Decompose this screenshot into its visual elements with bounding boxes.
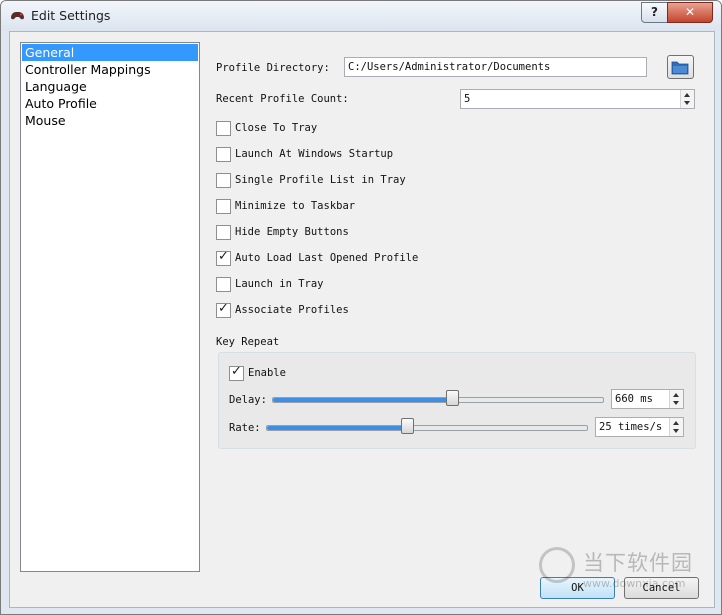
page-item-language[interactable]: Language: [22, 78, 198, 95]
spin-buttons[interactable]: [669, 418, 683, 436]
checkbox[interactable]: [216, 199, 231, 214]
key-repeat-group: ✓ Enable Delay: 660 ms Rate: 25 times/s: [218, 352, 696, 449]
close-button[interactable]: ✕: [667, 2, 713, 23]
help-button[interactable]: ?: [641, 2, 668, 23]
checkbox[interactable]: ✓: [216, 301, 231, 318]
page-item-controller-mappings[interactable]: Controller Mappings: [22, 61, 198, 78]
delay-slider-fill: [273, 398, 453, 402]
checkbox[interactable]: ✓: [216, 249, 231, 266]
folder-icon: [671, 61, 689, 75]
checkbox-label: Enable: [248, 367, 286, 379]
page-item-auto-profile[interactable]: Auto Profile: [22, 95, 198, 112]
checkmark-icon: ✓: [218, 249, 229, 264]
settings-page-list[interactable]: General Controller Mappings Language Aut…: [20, 42, 200, 572]
delay-label: Delay:: [229, 394, 267, 406]
recent-profile-count-label: Recent Profile Count:: [216, 93, 349, 105]
rate-slider-fill: [267, 426, 408, 430]
rate-label: Rate:: [229, 422, 261, 434]
delay-value: 660 ms: [615, 393, 653, 405]
checkbox[interactable]: [216, 225, 231, 240]
dialog-body: General Controller Mappings Language Aut…: [9, 31, 715, 608]
spin-buttons[interactable]: [669, 390, 683, 408]
key-repeat-title: Key Repeat: [216, 336, 280, 348]
browse-directory-button[interactable]: [667, 55, 694, 79]
checkbox-label: Launch in Tray: [235, 278, 324, 290]
ok-button[interactable]: OK: [540, 577, 615, 599]
checkbox-label: Associate Profiles: [235, 304, 349, 316]
delay-slider[interactable]: [272, 397, 604, 403]
checkmark-icon: ✓: [231, 364, 242, 379]
rate-spinbox[interactable]: 25 times/s: [595, 417, 684, 437]
settings-window: Edit Settings ? ✕ General Controller Map…: [0, 0, 722, 615]
checkbox-label: Minimize to Taskbar: [235, 200, 356, 212]
delay-spinbox[interactable]: 660 ms: [611, 389, 684, 409]
checkmark-icon: ✓: [218, 301, 229, 316]
recent-profile-count-value: 5: [464, 93, 471, 105]
checkbox[interactable]: [216, 147, 231, 162]
rate-slider[interactable]: [266, 425, 588, 431]
checkbox-label: Single Profile List in Tray: [235, 174, 406, 186]
checkbox[interactable]: ✓: [229, 364, 244, 381]
recent-profile-count-spinbox[interactable]: 5: [460, 89, 695, 109]
checkbox-label: Auto Load Last Opened Profile: [235, 252, 419, 264]
rate-value: 25 times/s: [599, 421, 663, 433]
page-item-general[interactable]: General: [22, 44, 198, 61]
rate-slider-handle[interactable]: [400, 418, 414, 434]
title-bar[interactable]: Edit Settings ? ✕: [1, 1, 721, 31]
cancel-button[interactable]: Cancel: [624, 577, 699, 599]
delay-slider-handle[interactable]: [445, 390, 459, 406]
checkbox-label: Close To Tray: [235, 122, 318, 134]
page-item-mouse[interactable]: Mouse: [22, 112, 198, 129]
checkbox-label: Launch At Windows Startup: [235, 148, 394, 160]
gamepad-icon: [11, 12, 24, 20]
spin-buttons[interactable]: [680, 90, 694, 108]
checkbox[interactable]: [216, 277, 231, 292]
checkbox-label: Hide Empty Buttons: [235, 226, 349, 238]
checkbox[interactable]: [216, 173, 231, 188]
window-title: Edit Settings: [31, 8, 111, 23]
profile-directory-field[interactable]: C:/Users/Administrator/Documents: [344, 57, 647, 77]
profile-directory-label: Profile Directory:: [216, 62, 330, 74]
checkbox[interactable]: [216, 121, 231, 136]
